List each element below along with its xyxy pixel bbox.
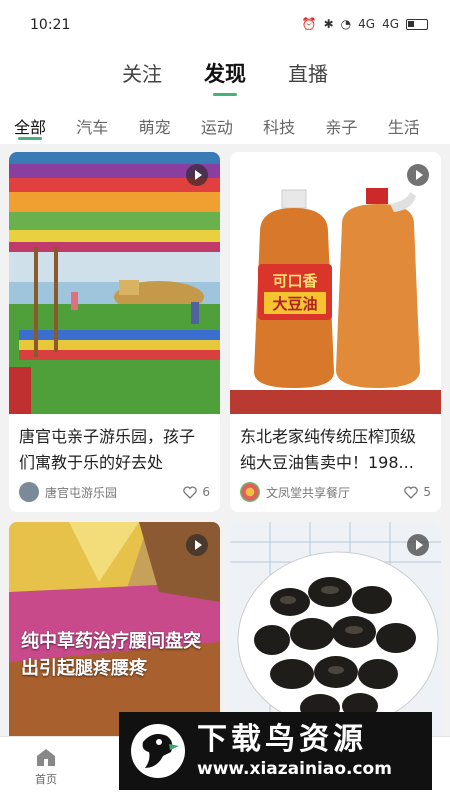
tab-follow[interactable]: 关注 <box>122 48 162 98</box>
feed-card-2[interactable]: 可口香 大豆油 东北老家纯传统压榨顶级纯大豆油售卖中！198... 文凤堂共享餐… <box>230 152 441 512</box>
watermark-url: www.xiazainiao.com <box>197 759 392 779</box>
wifi-icon: ◔ <box>340 17 352 31</box>
watermark-banner: 下载鸟资源 www.xiazainiao.com <box>119 712 432 790</box>
alarm-icon: ⏰ <box>301 17 317 31</box>
oil-bottles-image: 可口香 大豆油 <box>230 152 441 414</box>
card-title[interactable]: 东北老家纯传统压榨顶级纯大豆油售卖中！198... <box>230 414 441 474</box>
bottle-label-brand: 可口香 <box>272 272 317 290</box>
play-icon[interactable] <box>186 534 208 556</box>
feed-card-1[interactable]: 唐官屯亲子游乐园，孩子们寓教于乐的好去处 唐官屯游乐园 6 <box>9 152 220 512</box>
category-tech[interactable]: 科技 <box>263 98 325 144</box>
tab-live[interactable]: 直播 <box>288 48 328 98</box>
home-icon <box>37 749 55 766</box>
like-button[interactable]: 5 <box>404 485 431 499</box>
card-title[interactable]: 唐官屯亲子游乐园，孩子们寓教于乐的好去处 <box>9 414 220 474</box>
category-car[interactable]: 汽车 <box>76 98 138 144</box>
heart-icon <box>404 485 419 499</box>
watermark-texts: 下载鸟资源 www.xiazainiao.com <box>197 722 392 780</box>
card-thumbnail[interactable]: 可口香 大豆油 <box>230 152 441 414</box>
status-time: 10:21 <box>30 17 71 33</box>
tab-discover[interactable]: 发现 <box>204 48 246 98</box>
status-icons: ⏰ ✱ ◔ 4G 4G <box>302 17 428 31</box>
signal-label-1: 4G <box>358 17 376 31</box>
battery-icon <box>406 18 428 30</box>
like-count: 6 <box>202 485 210 499</box>
play-icon[interactable] <box>407 164 429 186</box>
category-sports[interactable]: 运动 <box>201 98 263 144</box>
category-life[interactable]: 生活 <box>388 98 450 144</box>
bird-logo-icon <box>131 724 185 778</box>
bottle-label-product: 大豆油 <box>272 295 317 313</box>
bluetooth-icon: ✱ <box>323 17 334 31</box>
play-icon[interactable] <box>186 164 208 186</box>
category-family[interactable]: 亲子 <box>325 98 387 144</box>
watermark-title: 下载鸟资源 <box>197 722 367 757</box>
like-count: 5 <box>423 485 431 499</box>
avatar[interactable] <box>240 482 260 502</box>
like-button[interactable]: 6 <box>183 485 210 499</box>
card-meta: 文凤堂共享餐厅 5 <box>240 482 431 502</box>
author-name[interactable]: 唐官屯游乐园 <box>45 484 183 501</box>
nav-home[interactable]: 首页 <box>26 747 66 787</box>
category-tabs: 全部 汽车 萌宠 运动 科技 亲子 生活 <box>0 98 450 144</box>
heart-icon <box>183 485 198 499</box>
author-name[interactable]: 文凤堂共享餐厅 <box>266 484 404 501</box>
avatar[interactable] <box>19 482 39 502</box>
category-pets[interactable]: 萌宠 <box>139 98 201 144</box>
playground-image <box>9 152 220 414</box>
card-meta: 唐官屯游乐园 6 <box>19 482 210 502</box>
category-all[interactable]: 全部 <box>14 98 76 144</box>
status-bar: 10:21 ⏰ ✱ ◔ 4G 4G <box>0 0 450 48</box>
top-tabs: 关注 发现 直播 <box>0 48 450 98</box>
nav-home-label: 首页 <box>35 773 57 786</box>
signal-label-2: 4G <box>382 17 399 31</box>
play-icon[interactable] <box>407 534 429 556</box>
card-overlay-title[interactable]: 纯中草药治疗腰间盘突出引起腿疼腰疼 <box>21 628 208 682</box>
card-thumbnail[interactable] <box>9 152 220 414</box>
